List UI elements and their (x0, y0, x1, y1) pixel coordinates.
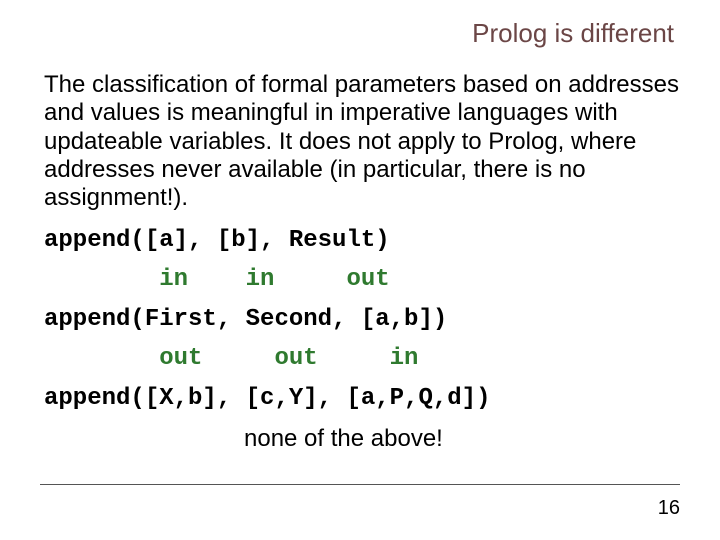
slide: Prolog is different The classification o… (0, 0, 720, 540)
slide-title: Prolog is different (44, 18, 680, 49)
example-3-annotation: none of the above! (44, 425, 680, 453)
example-3-code: append([X,b], [c,Y], [a,P,Q,d]) (44, 385, 680, 413)
body-paragraph: The classification of formal parameters … (44, 71, 680, 213)
footer-rule (40, 484, 680, 485)
page-number: 16 (658, 497, 680, 520)
example-1-annotation: in in out (44, 266, 680, 294)
example-1-code: append([a], [b], Result) (44, 227, 680, 255)
example-2-code: append(First, Second, [a,b]) (44, 306, 680, 334)
example-2-annotation: out out in (44, 345, 680, 373)
